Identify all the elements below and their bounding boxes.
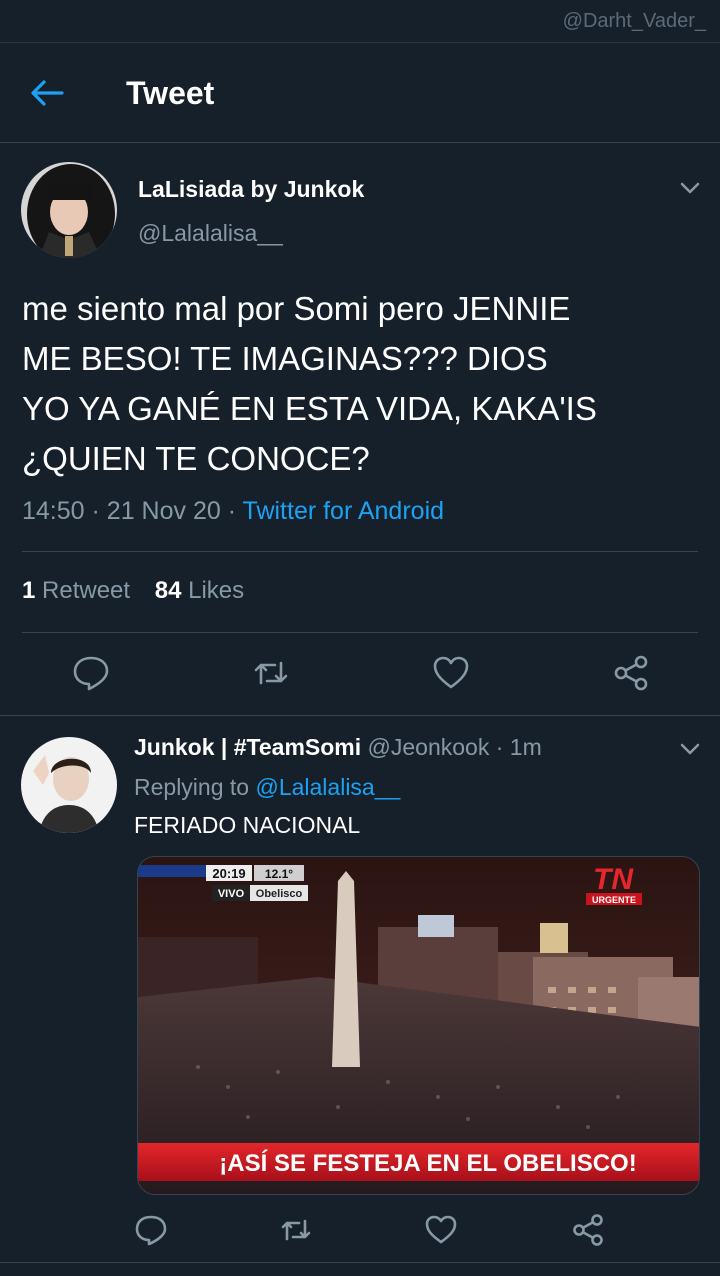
tweet-source-link[interactable]: Twitter for Android: [243, 497, 444, 525]
likes-label: Likes: [188, 577, 245, 604]
reply-author-handle[interactable]: @Jeonkook: [368, 734, 490, 760]
tweet-time: 14:50: [22, 497, 85, 525]
reply-header: Junkok | #TeamSomi @Jeonkook · 1m: [134, 734, 542, 761]
retweets-stat[interactable]: 1 Retweet: [22, 577, 130, 604]
tweet-stats: 1 Retweet 84 Likes: [22, 577, 244, 605]
retweets-count: 1: [22, 577, 36, 604]
heart-icon: [425, 1215, 457, 1244]
comment-icon: [135, 1215, 167, 1246]
tweet-date: 21 Nov 20: [106, 497, 221, 525]
media-caption: ¡ASÍ SE FESTEJA EN EL OBELISCO!: [219, 1149, 636, 1177]
page-title: Tweet: [126, 75, 215, 111]
retweets-label: Retweet: [42, 577, 131, 604]
retweet-button[interactable]: [276, 1210, 316, 1250]
likes-count: 84: [154, 577, 182, 604]
share-button[interactable]: [568, 1210, 608, 1250]
replying-label: Replying to: [134, 774, 250, 800]
meta-divider: [22, 551, 698, 552]
avatar[interactable]: [21, 162, 117, 258]
author-name[interactable]: LaLisiada by Junkok: [138, 176, 364, 203]
reply-button[interactable]: [131, 1210, 171, 1250]
reply-text: FERIADO NACIONAL: [134, 812, 361, 838]
meta-separator: ·: [91, 497, 100, 525]
media-location: Obelisco: [256, 888, 303, 900]
share-icon: [614, 655, 648, 691]
header-divider: [0, 142, 720, 143]
chevron-down-icon: [680, 743, 700, 755]
tweet-menu-button[interactable]: [678, 176, 702, 200]
avatar[interactable]: [21, 737, 117, 833]
retweet-button[interactable]: [251, 653, 291, 693]
likes-stat[interactable]: 84 Likes: [155, 577, 244, 604]
bottom-divider: [0, 1262, 720, 1263]
like-button[interactable]: [421, 1210, 461, 1250]
meta-separator: ·: [495, 734, 504, 760]
share-button[interactable]: [611, 653, 651, 693]
heart-icon: [433, 656, 469, 689]
media-clock: 20:19: [212, 866, 245, 881]
header-bar: Tweet: [0, 43, 720, 143]
media-live-label: VIVO: [218, 888, 245, 900]
media-temperature: 12.1°: [265, 867, 293, 881]
tweet-divider: [0, 715, 720, 716]
arrow-left-icon: [31, 80, 64, 106]
tweet-meta: 14:50 · 21 Nov 20 · Twitter for Android: [22, 497, 444, 526]
tweet-text: me siento mal por Somi pero JENNIE ME BE…: [22, 290, 597, 477]
watermark: @Darht_Vader_: [562, 10, 706, 32]
meta-separator: ·: [227, 497, 237, 525]
mention-link[interactable]: @Lalalalisa__: [255, 774, 400, 800]
breaking-label: URGENTE: [592, 895, 636, 905]
channel-logo: TN: [593, 863, 634, 896]
like-button[interactable]: [431, 653, 471, 693]
back-button[interactable]: [26, 75, 66, 111]
stats-divider: [22, 632, 698, 633]
reply-time: 1m: [509, 734, 542, 760]
share-icon: [573, 1214, 603, 1246]
reply-author-name[interactable]: Junkok | #TeamSomi: [134, 734, 361, 760]
tweet-detail-screen: @Darht_Vader_ Tweet LaLisiada by Junkok …: [0, 0, 720, 1276]
reply-menu-button[interactable]: [678, 737, 702, 761]
chevron-down-icon: [680, 182, 700, 194]
author-handle[interactable]: @Lalalalisa__: [138, 220, 283, 247]
reply-button[interactable]: [71, 653, 111, 693]
retweet-icon: [254, 661, 288, 685]
replying-to: Replying to @Lalalalisa__: [134, 774, 400, 801]
tweet-media-image[interactable]: 20:19 12.1° VIVO Obelisco TN URGENTE ¡AS…: [137, 856, 700, 1195]
retweet-icon: [281, 1219, 311, 1241]
comment-icon: [73, 656, 109, 691]
